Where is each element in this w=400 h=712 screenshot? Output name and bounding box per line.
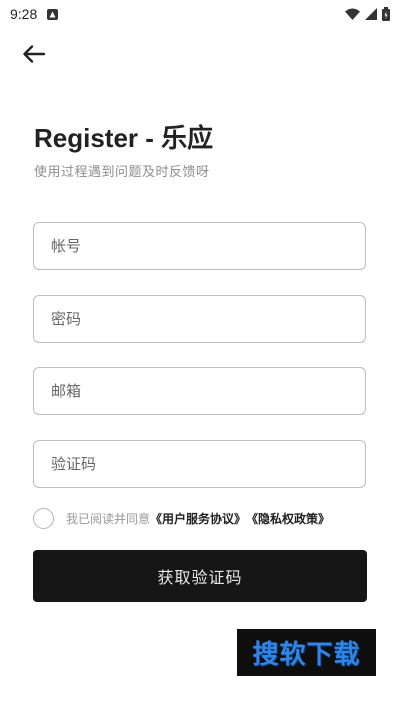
page-subtitle: 使用过程遇到问题及时反馈呀 — [34, 165, 210, 180]
signal-icon — [365, 8, 377, 20]
get-code-button[interactable]: 获取验证码 — [33, 550, 367, 602]
watermark-text: 搜软下载 — [252, 640, 361, 670]
verification-code-input[interactable] — [34, 441, 365, 487]
status-left: 9:28 — [10, 6, 59, 22]
agreement-prefix: 我已阅读并同意 — [66, 511, 151, 526]
agreement-row: 我已阅读并同意 《用户服务协议》 《隐私权政策》 — [33, 506, 330, 530]
status-icons — [345, 7, 390, 21]
email-field — [33, 367, 366, 415]
arrow-left-icon — [23, 45, 46, 63]
account-field — [33, 222, 366, 270]
account-input[interactable] — [34, 223, 365, 269]
page-title: Register - 乐应 — [34, 123, 214, 153]
password-input[interactable] — [34, 296, 365, 342]
wifi-icon — [345, 8, 360, 20]
battery-icon — [382, 7, 390, 21]
back-button[interactable] — [18, 40, 50, 68]
agreement-checkbox[interactable] — [33, 507, 54, 529]
watermark-logo: 搜软下载 — [237, 629, 376, 676]
status-time: 9:28 — [10, 6, 38, 22]
password-field — [33, 295, 366, 343]
user-agreement-link[interactable]: 《用户服务协议》 — [150, 510, 246, 527]
app-notification-icon — [47, 8, 59, 20]
status-bar: 9:28 — [0, 0, 400, 28]
code-field — [33, 440, 366, 488]
privacy-policy-link[interactable]: 《隐私权政策》 — [246, 510, 330, 527]
email-input[interactable] — [34, 368, 365, 414]
